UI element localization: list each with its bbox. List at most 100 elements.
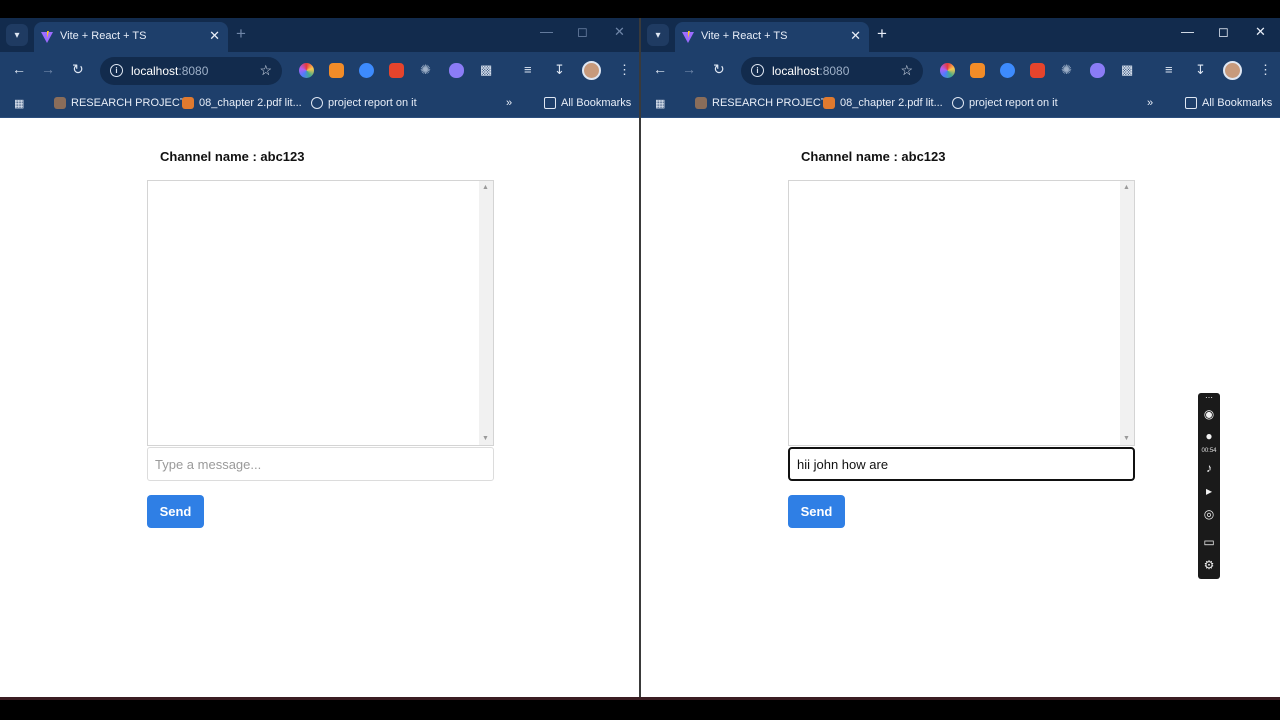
message-input[interactable]: [147, 447, 494, 481]
url-text: localhost:8080: [772, 64, 850, 78]
bookmark-project-report[interactable]: project report on it: [952, 97, 1058, 109]
bookmark-research-project[interactable]: RESEARCH PROJECT...: [695, 97, 835, 109]
toolbar: ← → ↻ i localhost:8080 ☆ ✺ ▩ ≡ ↧ ⋮: [0, 52, 640, 90]
scrollbar[interactable]: ▲ ▼: [479, 181, 493, 445]
tab-title: Vite + React + TS: [701, 30, 788, 42]
blue-extension-icon[interactable]: [359, 63, 374, 78]
message-input[interactable]: [788, 447, 1135, 481]
pdf-icon: [823, 97, 835, 109]
site-info-icon[interactable]: i: [751, 64, 764, 77]
scrollbar[interactable]: ▲ ▼: [1120, 181, 1134, 445]
speaker-icon[interactable]: ▸: [1198, 484, 1220, 498]
pdf-icon: [182, 97, 194, 109]
maximize-icon[interactable]: ◻: [577, 24, 588, 40]
menu-dots-icon[interactable]: ⋮: [618, 62, 631, 78]
site-info-icon[interactable]: i: [110, 64, 123, 77]
reading-list-icon[interactable]: ≡: [524, 62, 532, 77]
extensions-puzzle-icon[interactable]: ▩: [1121, 62, 1133, 78]
forward-icon[interactable]: →: [41, 61, 55, 77]
tab-search-icon[interactable]: ▾: [647, 24, 669, 46]
downloads-icon[interactable]: ↧: [1195, 62, 1206, 78]
webcam-icon[interactable]: ◎: [1198, 507, 1220, 521]
profile-avatar[interactable]: [582, 61, 601, 80]
apps-grid-icon[interactable]: ▦: [655, 97, 665, 110]
back-icon[interactable]: ←: [653, 61, 667, 77]
red-extension-icon[interactable]: [1030, 63, 1045, 78]
forward-icon[interactable]: →: [682, 61, 696, 77]
bookmark-chapter-pdf[interactable]: 08_chapter 2.pdf lit...: [823, 97, 943, 109]
screen-recorder-panel: ⋯ ◉ ● 00:54 ♪ ▸ ◎ ▭ ⚙: [1198, 393, 1220, 579]
menu-dots-icon[interactable]: ⋮: [1259, 62, 1272, 78]
send-button[interactable]: Send: [788, 495, 845, 528]
bookmarks-bar: ▦ RESEARCH PROJECT... 08_chapter 2.pdf l…: [0, 90, 640, 118]
record-icon[interactable]: ●: [1198, 429, 1220, 443]
bookmark-project-report[interactable]: project report on it: [311, 97, 417, 109]
page-content: Channel name : abc123 ▲ ▼ Send: [0, 119, 640, 698]
folder-icon: [544, 97, 556, 109]
vite-favicon-icon: [41, 31, 53, 43]
channel-name: Channel name : abc123: [160, 149, 305, 164]
scroll-down-icon[interactable]: ▼: [482, 435, 489, 442]
browser-tab[interactable]: Vite + React + TS ✕: [34, 22, 228, 52]
minimize-icon[interactable]: —: [1181, 24, 1194, 39]
metamask-extension-icon[interactable]: [329, 63, 344, 78]
address-bar[interactable]: i localhost:8080 ☆: [100, 57, 282, 85]
microphone-icon[interactable]: ♪: [1198, 461, 1220, 475]
left-browser-window: ▾ Vite + React + TS ✕ + — ◻ ✕ ← → ↻ i lo…: [0, 18, 640, 698]
more-bookmarks-icon[interactable]: »: [506, 97, 512, 109]
blue-extension-icon[interactable]: [1000, 63, 1015, 78]
globe-icon: [952, 97, 964, 109]
desktop-screen: ▾ Vite + React + TS ✕ + — ◻ ✕ ← → ↻ i lo…: [0, 0, 1280, 720]
close-tab-icon[interactable]: ✕: [850, 28, 861, 44]
taskbar-edge: [0, 697, 1280, 700]
bug-extension-icon[interactable]: ✺: [1061, 62, 1072, 78]
new-tab-icon[interactable]: +: [236, 24, 246, 44]
tab-strip: ▾ Vite + React + TS ✕ + — ◻ ✕: [0, 18, 640, 52]
recorder-menu-icon[interactable]: ⋯: [1198, 393, 1220, 402]
bookmarks-bar: ▦ RESEARCH PROJECT... 08_chapter 2.pdf l…: [641, 90, 1280, 118]
window-select-icon[interactable]: ▭: [1198, 535, 1220, 549]
message-list[interactable]: ▲ ▼: [147, 180, 494, 446]
bookmark-research-project[interactable]: RESEARCH PROJECT...: [54, 97, 194, 109]
camera-icon[interactable]: ◉: [1198, 407, 1220, 421]
message-list[interactable]: ▲ ▼: [788, 180, 1135, 446]
close-tab-icon[interactable]: ✕: [209, 28, 220, 44]
bookmark-image-icon: [54, 97, 66, 109]
extensions-puzzle-icon[interactable]: ▩: [480, 62, 492, 78]
close-window-icon[interactable]: ✕: [614, 24, 625, 40]
scroll-up-icon[interactable]: ▲: [482, 184, 489, 191]
close-window-icon[interactable]: ✕: [1255, 24, 1266, 40]
bookmark-chapter-pdf[interactable]: 08_chapter 2.pdf lit...: [182, 97, 302, 109]
vite-favicon-icon: [682, 31, 694, 43]
bug-extension-icon[interactable]: ✺: [420, 62, 431, 78]
bookmark-star-icon[interactable]: ☆: [900, 62, 913, 79]
all-bookmarks[interactable]: All Bookmarks: [1185, 97, 1272, 109]
bookmark-image-icon: [695, 97, 707, 109]
all-bookmarks[interactable]: All Bookmarks: [544, 97, 631, 109]
reading-list-icon[interactable]: ≡: [1165, 62, 1173, 77]
reload-icon[interactable]: ↻: [713, 61, 725, 78]
tab-search-icon[interactable]: ▾: [6, 24, 28, 46]
profile-avatar[interactable]: [1223, 61, 1242, 80]
color-extension-icon[interactable]: [940, 63, 955, 78]
purple-extension-icon[interactable]: [449, 63, 464, 78]
scroll-up-icon[interactable]: ▲: [1123, 184, 1130, 191]
maximize-icon[interactable]: ◻: [1218, 24, 1229, 40]
send-button[interactable]: Send: [147, 495, 204, 528]
back-icon[interactable]: ←: [12, 61, 26, 77]
metamask-extension-icon[interactable]: [970, 63, 985, 78]
apps-grid-icon[interactable]: ▦: [14, 97, 24, 110]
minimize-icon[interactable]: —: [540, 24, 553, 39]
color-extension-icon[interactable]: [299, 63, 314, 78]
red-extension-icon[interactable]: [389, 63, 404, 78]
more-bookmarks-icon[interactable]: »: [1147, 97, 1153, 109]
purple-extension-icon[interactable]: [1090, 63, 1105, 78]
settings-gear-icon[interactable]: ⚙: [1198, 558, 1220, 572]
bookmark-star-icon[interactable]: ☆: [259, 62, 272, 79]
address-bar[interactable]: i localhost:8080 ☆: [741, 57, 923, 85]
downloads-icon[interactable]: ↧: [554, 62, 565, 78]
scroll-down-icon[interactable]: ▼: [1123, 435, 1130, 442]
browser-tab[interactable]: Vite + React + TS ✕: [675, 22, 869, 52]
new-tab-icon[interactable]: +: [877, 24, 887, 44]
reload-icon[interactable]: ↻: [72, 61, 84, 78]
